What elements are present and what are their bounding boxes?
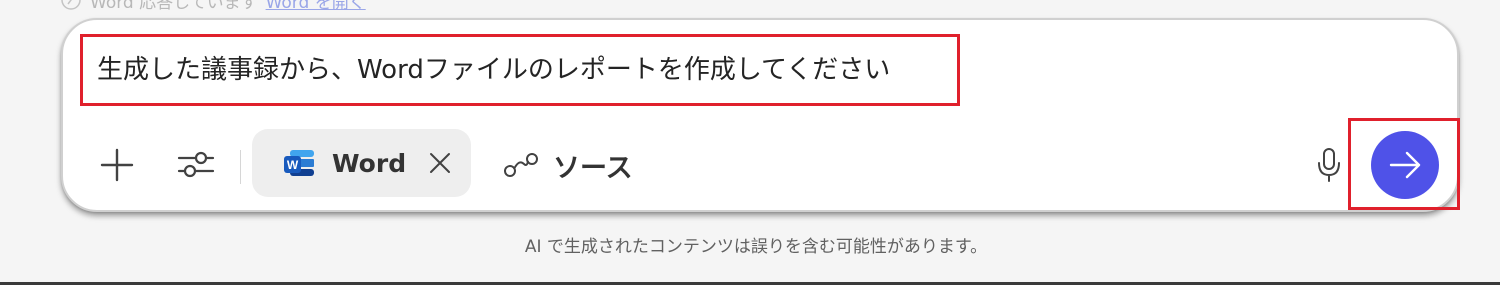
word-agent-chip[interactable]: W Word (252, 129, 471, 197)
link-nodes-icon (503, 150, 539, 180)
status-text: Word 応答しています (90, 0, 258, 13)
close-icon[interactable] (428, 151, 452, 175)
source-label: ソース (553, 152, 633, 184)
sliders-icon (176, 144, 216, 184)
settings-button[interactable] (176, 144, 216, 184)
add-button[interactable] (98, 146, 136, 184)
svg-text:W: W (287, 158, 299, 172)
sparkle-icon (60, 0, 82, 11)
ai-disclaimer: AI で生成されたコンテンツは誤りを含む可能性があります。 (524, 237, 988, 257)
microphone-button[interactable] (1314, 146, 1344, 184)
microphone-icon (1316, 147, 1342, 183)
send-highlight-box (1348, 118, 1460, 210)
open-word-link[interactable]: Word を開く (266, 0, 366, 13)
word-icon: W (282, 147, 316, 179)
status-line: Word 応答しています Word を開く (60, 0, 366, 13)
prompt-highlight-box (80, 34, 960, 106)
source-button[interactable]: ソース (503, 144, 633, 186)
plus-icon (99, 147, 135, 183)
word-chip-label: Word (332, 148, 407, 178)
toolbar-divider (240, 150, 241, 184)
copilot-composer-screen: Word 応答しています Word を開く 生成した議事録から、Wordファイル… (0, 0, 1500, 285)
